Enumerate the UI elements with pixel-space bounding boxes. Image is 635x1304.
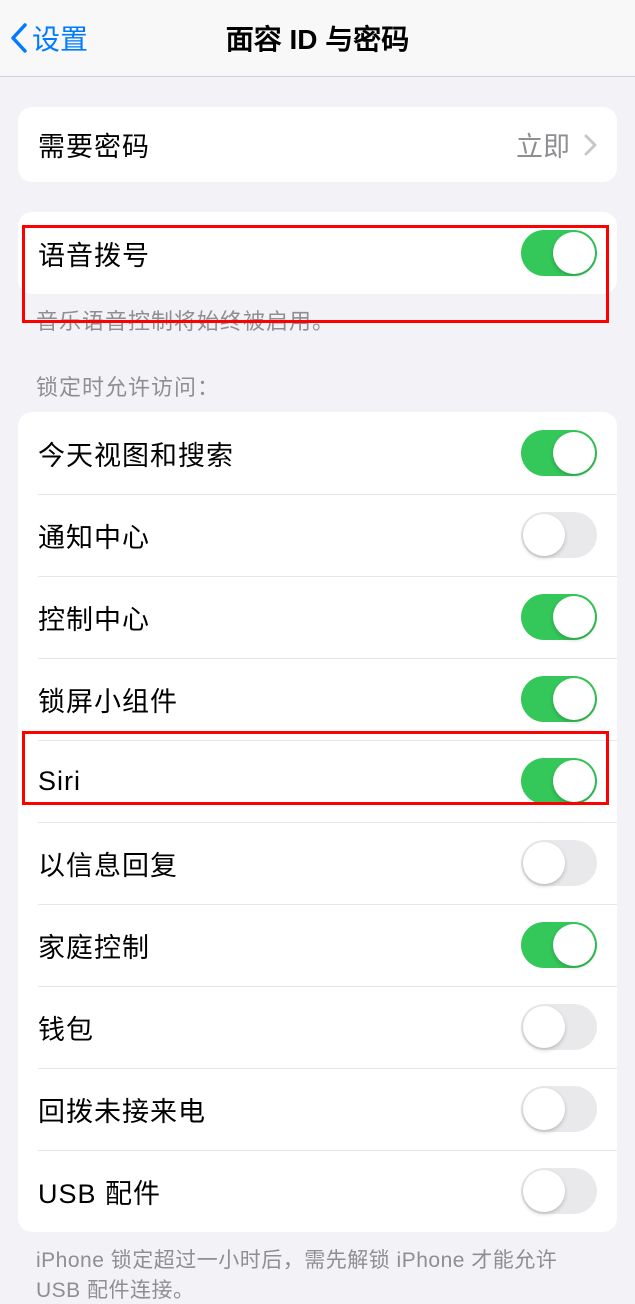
lock-screen-widgets-row: 锁屏小组件: [18, 658, 617, 740]
back-label: 设置: [32, 18, 88, 58]
usb-accessories-row: USB 配件: [18, 1150, 617, 1232]
list-item-label: Siri: [38, 766, 81, 797]
voice-dial-footer: 音乐语音控制将始终被启用。: [36, 304, 599, 336]
navigation-bar: 设置 面容 ID 与密码: [0, 0, 635, 77]
passcode-group: 需要密码 立即: [18, 107, 617, 182]
reply-with-message-row: 以信息回复: [18, 822, 617, 904]
wallet-toggle[interactable]: [521, 1004, 597, 1050]
back-button[interactable]: 设置: [0, 18, 88, 58]
siri-toggle[interactable]: [521, 758, 597, 804]
home-control-toggle[interactable]: [521, 922, 597, 968]
lock-access-header: 锁定时允许访问：: [36, 370, 599, 402]
list-item-label: 回拨未接来电: [38, 1090, 206, 1129]
list-item-label: 以信息回复: [38, 844, 178, 883]
today-view-toggle[interactable]: [521, 430, 597, 476]
lock-screen-widgets-toggle[interactable]: [521, 676, 597, 722]
require-passcode-label: 需要密码: [38, 125, 150, 164]
siri-row: Siri: [18, 740, 617, 822]
list-item-label: 钱包: [38, 1008, 94, 1047]
list-item-label: 今天视图和搜索: [38, 434, 234, 473]
voice-dial-group: 语音拨号: [18, 212, 617, 294]
list-item-label: USB 配件: [38, 1172, 161, 1211]
control-center-row: 控制中心: [18, 576, 617, 658]
list-item-label: 家庭控制: [38, 926, 150, 965]
return-missed-calls-toggle[interactable]: [521, 1086, 597, 1132]
notification-center-toggle[interactable]: [521, 512, 597, 558]
reply-with-message-toggle[interactable]: [521, 840, 597, 886]
voice-dial-row: 语音拨号: [18, 212, 617, 294]
voice-dial-toggle[interactable]: [521, 230, 597, 276]
require-passcode-value: 立即: [516, 125, 597, 164]
lock-access-group: 今天视图和搜索 通知中心 控制中心 锁屏小组件 Siri 以信息回复 家庭控制: [18, 412, 617, 1232]
chevron-right-icon: [584, 134, 597, 156]
home-control-row: 家庭控制: [18, 904, 617, 986]
return-missed-calls-row: 回拨未接来电: [18, 1068, 617, 1150]
wallet-row: 钱包: [18, 986, 617, 1068]
today-view-row: 今天视图和搜索: [18, 412, 617, 494]
voice-dial-label: 语音拨号: [38, 234, 150, 273]
notification-center-row: 通知中心: [18, 494, 617, 576]
list-item-label: 通知中心: [38, 516, 150, 555]
require-passcode-row[interactable]: 需要密码 立即: [18, 107, 617, 182]
usb-footer: iPhone 锁定超过一小时后，需先解锁 iPhone 才能允许USB 配件连接…: [36, 1244, 599, 1304]
usb-accessories-toggle[interactable]: [521, 1168, 597, 1214]
control-center-toggle[interactable]: [521, 594, 597, 640]
page-title: 面容 ID 与密码: [0, 18, 635, 58]
chevron-left-icon: [10, 23, 28, 53]
list-item-label: 锁屏小组件: [38, 680, 178, 719]
list-item-label: 控制中心: [38, 598, 150, 637]
